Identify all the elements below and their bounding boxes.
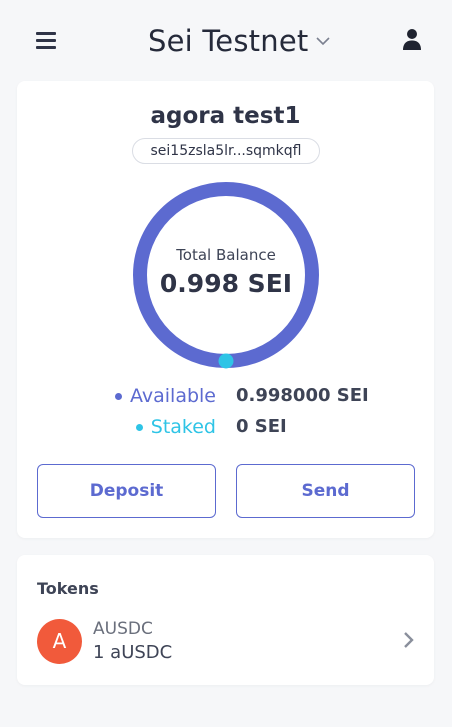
- available-dot-icon: [114, 392, 122, 400]
- staked-label: Staked: [150, 416, 216, 438]
- staked-row: Staked 0 SEI: [17, 416, 434, 442]
- token-row-ausdc[interactable]: A AUSDC 1 aUSDC: [37, 617, 417, 665]
- tokens-card: Tokens A AUSDC 1 aUSDC: [17, 555, 434, 685]
- hamburger-menu-icon[interactable]: [34, 29, 60, 51]
- token-avatar: A: [37, 619, 82, 664]
- token-amount: 1 aUSDC: [93, 642, 173, 663]
- staked-label-wrap: Staked: [135, 416, 216, 438]
- chevron-right-icon: [404, 632, 414, 648]
- tokens-title: Tokens: [37, 579, 99, 598]
- chevron-down-icon: [316, 37, 331, 46]
- balance-ring: Total Balance 0.998 SEI: [132, 181, 320, 369]
- app-header: Sei Testnet: [0, 0, 452, 80]
- deposit-button[interactable]: Deposit: [37, 464, 216, 518]
- account-card: agora test1 sei15zsla5lr...sqmkqfl Total…: [17, 81, 434, 538]
- total-balance-label: Total Balance: [176, 246, 276, 264]
- send-button[interactable]: Send: [236, 464, 415, 518]
- available-row: Available 0.998000 SEI: [17, 385, 434, 411]
- user-icon[interactable]: [400, 27, 424, 51]
- available-value: 0.998000 SEI: [236, 385, 369, 406]
- available-label: Available: [129, 385, 216, 407]
- network-selector[interactable]: Sei Testnet: [148, 22, 331, 60]
- available-label-wrap: Available: [114, 385, 216, 407]
- token-name: AUSDC: [93, 619, 153, 639]
- total-balance-value: 0.998 SEI: [159, 269, 293, 298]
- ring-staked-marker: [218, 353, 234, 369]
- address-pill[interactable]: sei15zsla5lr...sqmkqfl: [132, 138, 320, 164]
- staked-value: 0 SEI: [236, 416, 287, 437]
- account-name: agora test1: [150, 103, 301, 129]
- network-title: Sei Testnet: [148, 24, 309, 58]
- staked-dot-icon: [135, 423, 143, 431]
